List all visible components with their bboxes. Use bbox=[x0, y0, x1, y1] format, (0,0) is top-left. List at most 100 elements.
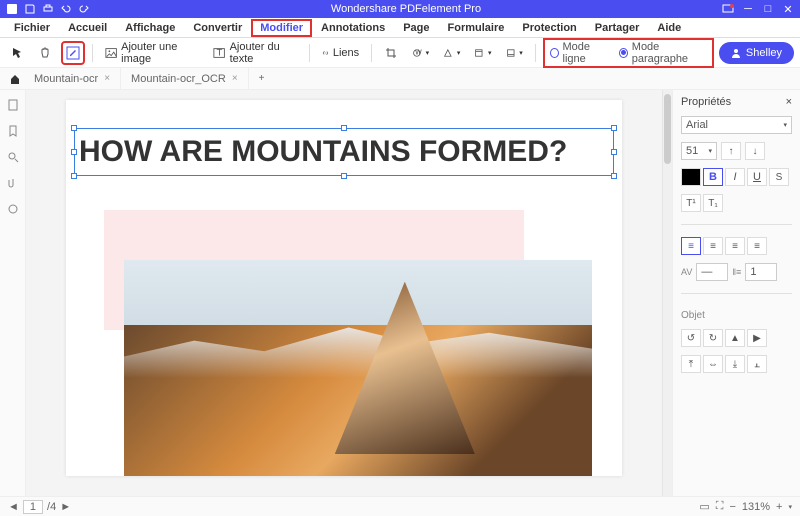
line-spacing-label: ‖≡ bbox=[732, 267, 741, 277]
crop-tool-button[interactable] bbox=[380, 42, 402, 64]
flip-h-button[interactable]: ▶ bbox=[747, 329, 767, 347]
rotate-ccw-button[interactable]: ↺ bbox=[681, 329, 701, 347]
links-label: Liens bbox=[333, 47, 359, 59]
obj-distribute-button[interactable]: ⫠ bbox=[747, 355, 767, 373]
text-color-button[interactable] bbox=[681, 168, 701, 186]
align-justify-button[interactable]: ≡ bbox=[747, 237, 767, 255]
bates-button[interactable]: ▾ bbox=[502, 42, 527, 64]
minimize-icon[interactable]: ─ bbox=[742, 3, 754, 15]
align-left-button[interactable]: ≡ bbox=[681, 237, 701, 255]
page-next-button[interactable]: ► bbox=[60, 501, 71, 513]
fit-width-icon[interactable]: ⛶ bbox=[716, 500, 724, 513]
zoom-value: 131% bbox=[742, 501, 770, 513]
divider bbox=[681, 293, 792, 294]
obj-align-left-button[interactable]: ⤒ bbox=[681, 355, 701, 373]
size-up-button[interactable]: ↑ bbox=[721, 142, 741, 160]
zoom-dropdown-icon[interactable]: ▾ bbox=[788, 503, 792, 511]
fit-page-icon[interactable]: ▭ bbox=[699, 500, 709, 513]
user-name: Shelley bbox=[746, 47, 782, 59]
links-button[interactable]: Liens bbox=[318, 42, 363, 64]
document-canvas[interactable]: HOW ARE MOUNTAINS FORMED? bbox=[26, 90, 662, 496]
page-prev-button[interactable]: ◄ bbox=[8, 501, 19, 513]
new-tab-button[interactable]: + bbox=[249, 68, 275, 90]
italic-button[interactable]: I bbox=[725, 168, 745, 186]
superscript-button[interactable]: T¹ bbox=[681, 194, 701, 212]
line-spacing-input[interactable]: 1 bbox=[745, 263, 777, 281]
menu-page[interactable]: Page bbox=[395, 20, 437, 36]
vertical-scrollbar[interactable] bbox=[662, 90, 672, 496]
bookmarks-icon[interactable] bbox=[6, 124, 20, 138]
bold-button[interactable]: B bbox=[703, 168, 723, 186]
menu-annotations[interactable]: Annotations bbox=[313, 20, 393, 36]
size-down-button[interactable]: ↓ bbox=[745, 142, 765, 160]
statusbar: ◄ 1 /4 ► ▭ ⛶ − 131% + ▾ bbox=[0, 496, 800, 516]
flip-v-button[interactable]: ▲ bbox=[725, 329, 745, 347]
zoom-out-button[interactable]: − bbox=[729, 501, 735, 513]
align-right-button[interactable]: ≡ bbox=[725, 237, 745, 255]
align-center-button[interactable]: ≡ bbox=[703, 237, 723, 255]
menu-protection[interactable]: Protection bbox=[514, 20, 584, 36]
toolbar: Ajouter une image T Ajouter du texte Lie… bbox=[0, 38, 800, 68]
add-image-button[interactable]: Ajouter une image bbox=[101, 42, 203, 64]
subscript-button[interactable]: T₁ bbox=[703, 194, 723, 212]
separator bbox=[535, 44, 536, 62]
undo-icon[interactable] bbox=[60, 3, 72, 15]
separator bbox=[92, 44, 93, 62]
menu-modifier[interactable]: Modifier bbox=[252, 20, 311, 36]
close-icon[interactable]: ✕ bbox=[782, 3, 794, 15]
background-button[interactable]: ▾ bbox=[439, 42, 464, 64]
scrollbar-thumb[interactable] bbox=[664, 94, 671, 164]
titlebar: Wondershare PDFelement Pro ─ □ ✕ bbox=[0, 0, 800, 18]
panel-close-icon[interactable]: × bbox=[786, 96, 792, 108]
properties-panel: Propriétés× Arial▾ 51▾ ↑ ↓ B I U S T¹ T₁… bbox=[672, 90, 800, 496]
user-pill[interactable]: Shelley bbox=[719, 42, 794, 64]
search-icon[interactable] bbox=[6, 150, 20, 164]
home-button[interactable] bbox=[6, 70, 24, 88]
thumbnails-icon[interactable] bbox=[6, 98, 20, 112]
font-family-select[interactable]: Arial▾ bbox=[681, 116, 792, 134]
page-current[interactable]: 1 bbox=[23, 500, 43, 514]
doc-tab-1[interactable]: Mountain-ocr× bbox=[24, 68, 121, 90]
text-selection-box[interactable]: HOW ARE MOUNTAINS FORMED? bbox=[74, 128, 614, 176]
watermark-button[interactable]: w▾ bbox=[408, 42, 433, 64]
app-title: Wondershare PDFelement Pro bbox=[90, 3, 722, 15]
tab-close-icon[interactable]: × bbox=[104, 73, 110, 84]
tab-close-icon[interactable]: × bbox=[232, 73, 238, 84]
mode-line-radio[interactable]: Mode ligne bbox=[550, 41, 609, 65]
notify-icon[interactable] bbox=[722, 3, 734, 15]
menu-affichage[interactable]: Affichage bbox=[117, 20, 183, 36]
doc-tab-2[interactable]: Mountain-ocr_OCR× bbox=[121, 68, 249, 90]
print-icon[interactable] bbox=[42, 3, 54, 15]
select-tool-button[interactable] bbox=[6, 42, 28, 64]
redo-icon[interactable] bbox=[78, 3, 90, 15]
mode-paragraph-radio[interactable]: Mode paragraphe bbox=[619, 41, 707, 65]
zoom-in-button[interactable]: + bbox=[776, 501, 782, 513]
menu-aide[interactable]: Aide bbox=[649, 20, 689, 36]
underline-button[interactable]: U bbox=[747, 168, 767, 186]
edit-tool-button[interactable] bbox=[62, 42, 84, 64]
edit-mode-group: Mode ligne Mode paragraphe bbox=[544, 39, 713, 67]
hand-tool-button[interactable] bbox=[34, 42, 56, 64]
menu-convertir[interactable]: Convertir bbox=[185, 20, 250, 36]
menu-formulaire[interactable]: Formulaire bbox=[440, 20, 513, 36]
header-footer-button[interactable]: ▾ bbox=[470, 42, 495, 64]
svg-text:T: T bbox=[217, 47, 223, 58]
obj-align-center-button[interactable]: ⇔ bbox=[703, 355, 723, 373]
font-size-select[interactable]: 51▾ bbox=[681, 142, 717, 160]
char-spacing-input[interactable]: — bbox=[696, 263, 728, 281]
menu-accueil[interactable]: Accueil bbox=[60, 20, 115, 36]
comments-icon[interactable] bbox=[6, 202, 20, 216]
maximize-icon[interactable]: □ bbox=[762, 3, 774, 15]
tabsbar: Mountain-ocr× Mountain-ocr_OCR× + bbox=[0, 68, 800, 90]
add-text-button[interactable]: T Ajouter du texte bbox=[209, 42, 301, 64]
separator bbox=[309, 44, 310, 62]
obj-align-right-button[interactable]: ⤓ bbox=[725, 355, 745, 373]
save-icon[interactable] bbox=[24, 3, 36, 15]
rotate-cw-button[interactable]: ↻ bbox=[703, 329, 723, 347]
menu-fichier[interactable]: Fichier bbox=[6, 20, 58, 36]
attachments-icon[interactable] bbox=[6, 176, 20, 190]
menu-partager[interactable]: Partager bbox=[587, 20, 648, 36]
document-headline[interactable]: HOW ARE MOUNTAINS FORMED? bbox=[75, 129, 613, 175]
strike-button[interactable]: S bbox=[769, 168, 789, 186]
mountain-photo bbox=[124, 260, 592, 476]
